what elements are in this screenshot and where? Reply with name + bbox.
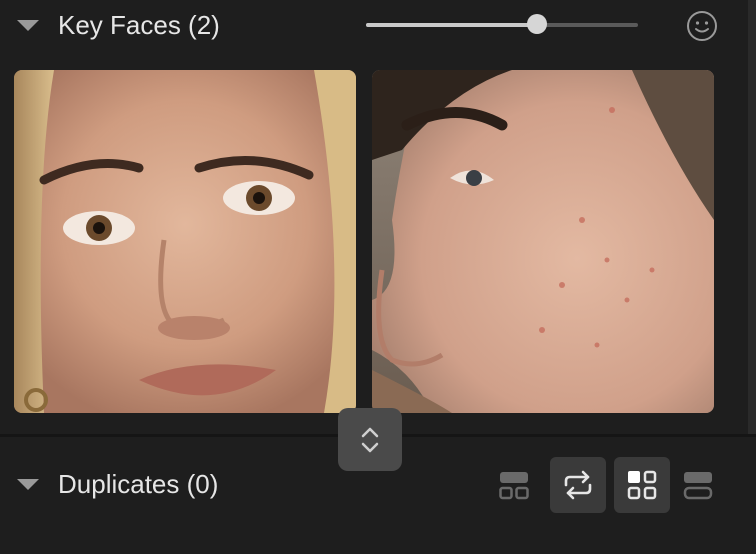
slider-thumb[interactable] [527, 14, 547, 34]
swap-repeat-icon [564, 470, 592, 500]
duplicates-disclosure-triangle-icon[interactable] [17, 479, 39, 490]
list-view-icon [683, 472, 713, 500]
layout-wide-grid-icon [499, 472, 529, 500]
swap-repeat-button[interactable] [550, 457, 606, 513]
layout-wide-grid-button[interactable] [486, 457, 542, 513]
key-faces-disclosure-triangle-icon[interactable] [17, 20, 39, 31]
slider-fill [366, 23, 537, 27]
face-photo-man-profile [372, 70, 714, 413]
list-view-button[interactable] [670, 457, 726, 513]
face-thumbnail-man-profile[interactable] [372, 70, 714, 413]
key-faces-title: Key Faces (2) [58, 10, 220, 40]
smiley-face-icon[interactable] [684, 8, 720, 44]
faces-panel: Key Faces (2) Duplicates (0) [0, 0, 756, 554]
face-photo-woman [14, 70, 356, 413]
grid-view-button[interactable] [614, 457, 670, 513]
resize-handle-icon[interactable] [338, 408, 402, 471]
thumbnail-size-slider[interactable] [366, 13, 638, 37]
scrollbar-track[interactable] [748, 0, 756, 435]
face-thumbnail-woman[interactable] [14, 70, 356, 413]
duplicates-title: Duplicates (0) [58, 469, 219, 499]
grid-view-icon [627, 470, 657, 500]
